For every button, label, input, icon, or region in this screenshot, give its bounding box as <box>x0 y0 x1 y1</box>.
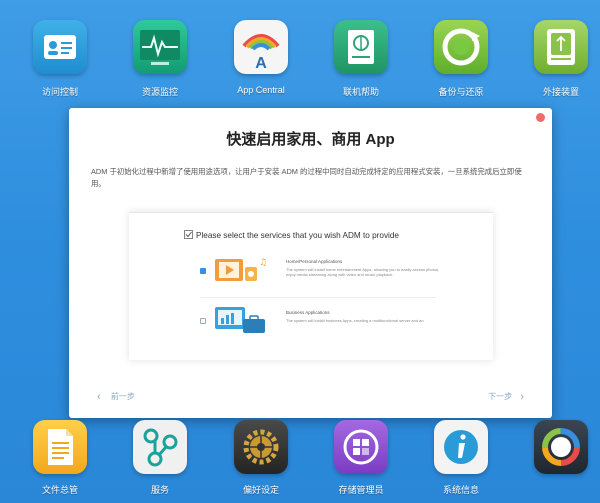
external-device-icon <box>534 20 588 74</box>
app-backup-restore[interactable]: 备份与还原 <box>419 20 503 98</box>
preferences-gear-icon <box>234 420 288 474</box>
chevron-left-icon: ‹ <box>97 391 101 403</box>
dialog-title: 快速启用家用、商用 App <box>226 131 395 148</box>
checkbox-icon <box>184 230 193 239</box>
app-activity-monitor[interactable] <box>519 420 600 483</box>
dialog-description: ADM 于初始化过程中新增了使用用途选项，让用户于安装 ADM 的过程中同时自动… <box>91 167 522 188</box>
app-label: 服务 <box>150 485 169 495</box>
home-apps-description: The system will install home entertainme… <box>286 267 440 277</box>
app-label: 访问控制 <box>41 87 78 97</box>
app-central-icon: A <box>234 20 288 74</box>
top-app-row: 访问控制 资源监控 A App Central 联机帮助 备份与还原 外接装置 <box>0 20 600 120</box>
backup-restore-icon <box>434 20 488 74</box>
business-apps-heading: Business Applications <box>286 310 330 315</box>
svg-text:A: A <box>255 55 267 72</box>
business-apps-description: The system will install business Apps, c… <box>286 318 424 323</box>
business-apps-checkbox[interactable] <box>200 318 206 324</box>
app-services[interactable]: 服务 <box>118 420 202 496</box>
prev-label: 前一步 <box>110 392 135 401</box>
app-label: 文件总管 <box>41 485 78 495</box>
app-label: App Central <box>237 85 285 95</box>
app-external-devices[interactable]: 外接装置 <box>519 20 600 98</box>
close-icon[interactable] <box>536 113 545 122</box>
app-resource-monitor[interactable]: 资源监控 <box>118 20 202 98</box>
app-file-explorer[interactable]: 文件总管 <box>18 420 102 496</box>
id-card-icon <box>33 20 87 74</box>
business-apps-icon <box>215 307 265 333</box>
activity-monitor-icon <box>534 420 588 474</box>
media-apps-icon: ♫ <box>215 258 267 281</box>
file-explorer-icon <box>33 420 87 474</box>
app-storage-manager[interactable]: 存储管理员 <box>319 420 403 496</box>
app-label: 偏好设定 <box>242 485 279 495</box>
app-system-info[interactable]: 系统信息 <box>419 420 503 496</box>
home-apps-heading: Home/Personal Applications <box>286 259 343 264</box>
app-preferences[interactable]: 偏好设定 <box>219 420 303 496</box>
next-step-button[interactable]: 下一步 › <box>488 390 524 403</box>
services-icon <box>133 420 187 474</box>
divider <box>201 297 436 298</box>
app-label: 存储管理员 <box>338 485 384 495</box>
svg-text:♫: ♫ <box>259 258 267 268</box>
storage-manager-icon <box>334 420 388 474</box>
app-label: 备份与还原 <box>438 87 484 97</box>
app-label: 联机帮助 <box>342 87 379 97</box>
app-central[interactable]: A App Central <box>219 20 303 95</box>
app-label: 系统信息 <box>442 485 479 495</box>
app-online-help[interactable]: 联机帮助 <box>319 20 403 98</box>
app-access-control[interactable]: 访问控制 <box>18 20 102 98</box>
app-label: 资源监控 <box>141 87 178 97</box>
quick-setup-dialog: 快速启用家用、商用 App ADM 于初始化过程中新增了使用用途选项，让用户于安… <box>69 108 552 418</box>
heartbeat-monitor-icon <box>133 20 187 74</box>
preview-title: Please select the services that you wish… <box>196 231 399 240</box>
prev-step-button[interactable]: ‹ 前一步 <box>97 390 135 403</box>
home-apps-checkbox[interactable] <box>200 268 206 274</box>
bottom-app-row: 文件总管 服务 偏好设定 存储管理员 系统信息 <box>0 420 600 503</box>
help-book-icon <box>334 20 388 74</box>
chevron-right-icon: › <box>520 391 524 403</box>
setup-screenshot-preview: Please select the services that you wish… <box>129 212 493 360</box>
app-label: 外接装置 <box>542 87 579 97</box>
next-label: 下一步 <box>488 392 513 401</box>
system-info-icon <box>434 420 488 474</box>
